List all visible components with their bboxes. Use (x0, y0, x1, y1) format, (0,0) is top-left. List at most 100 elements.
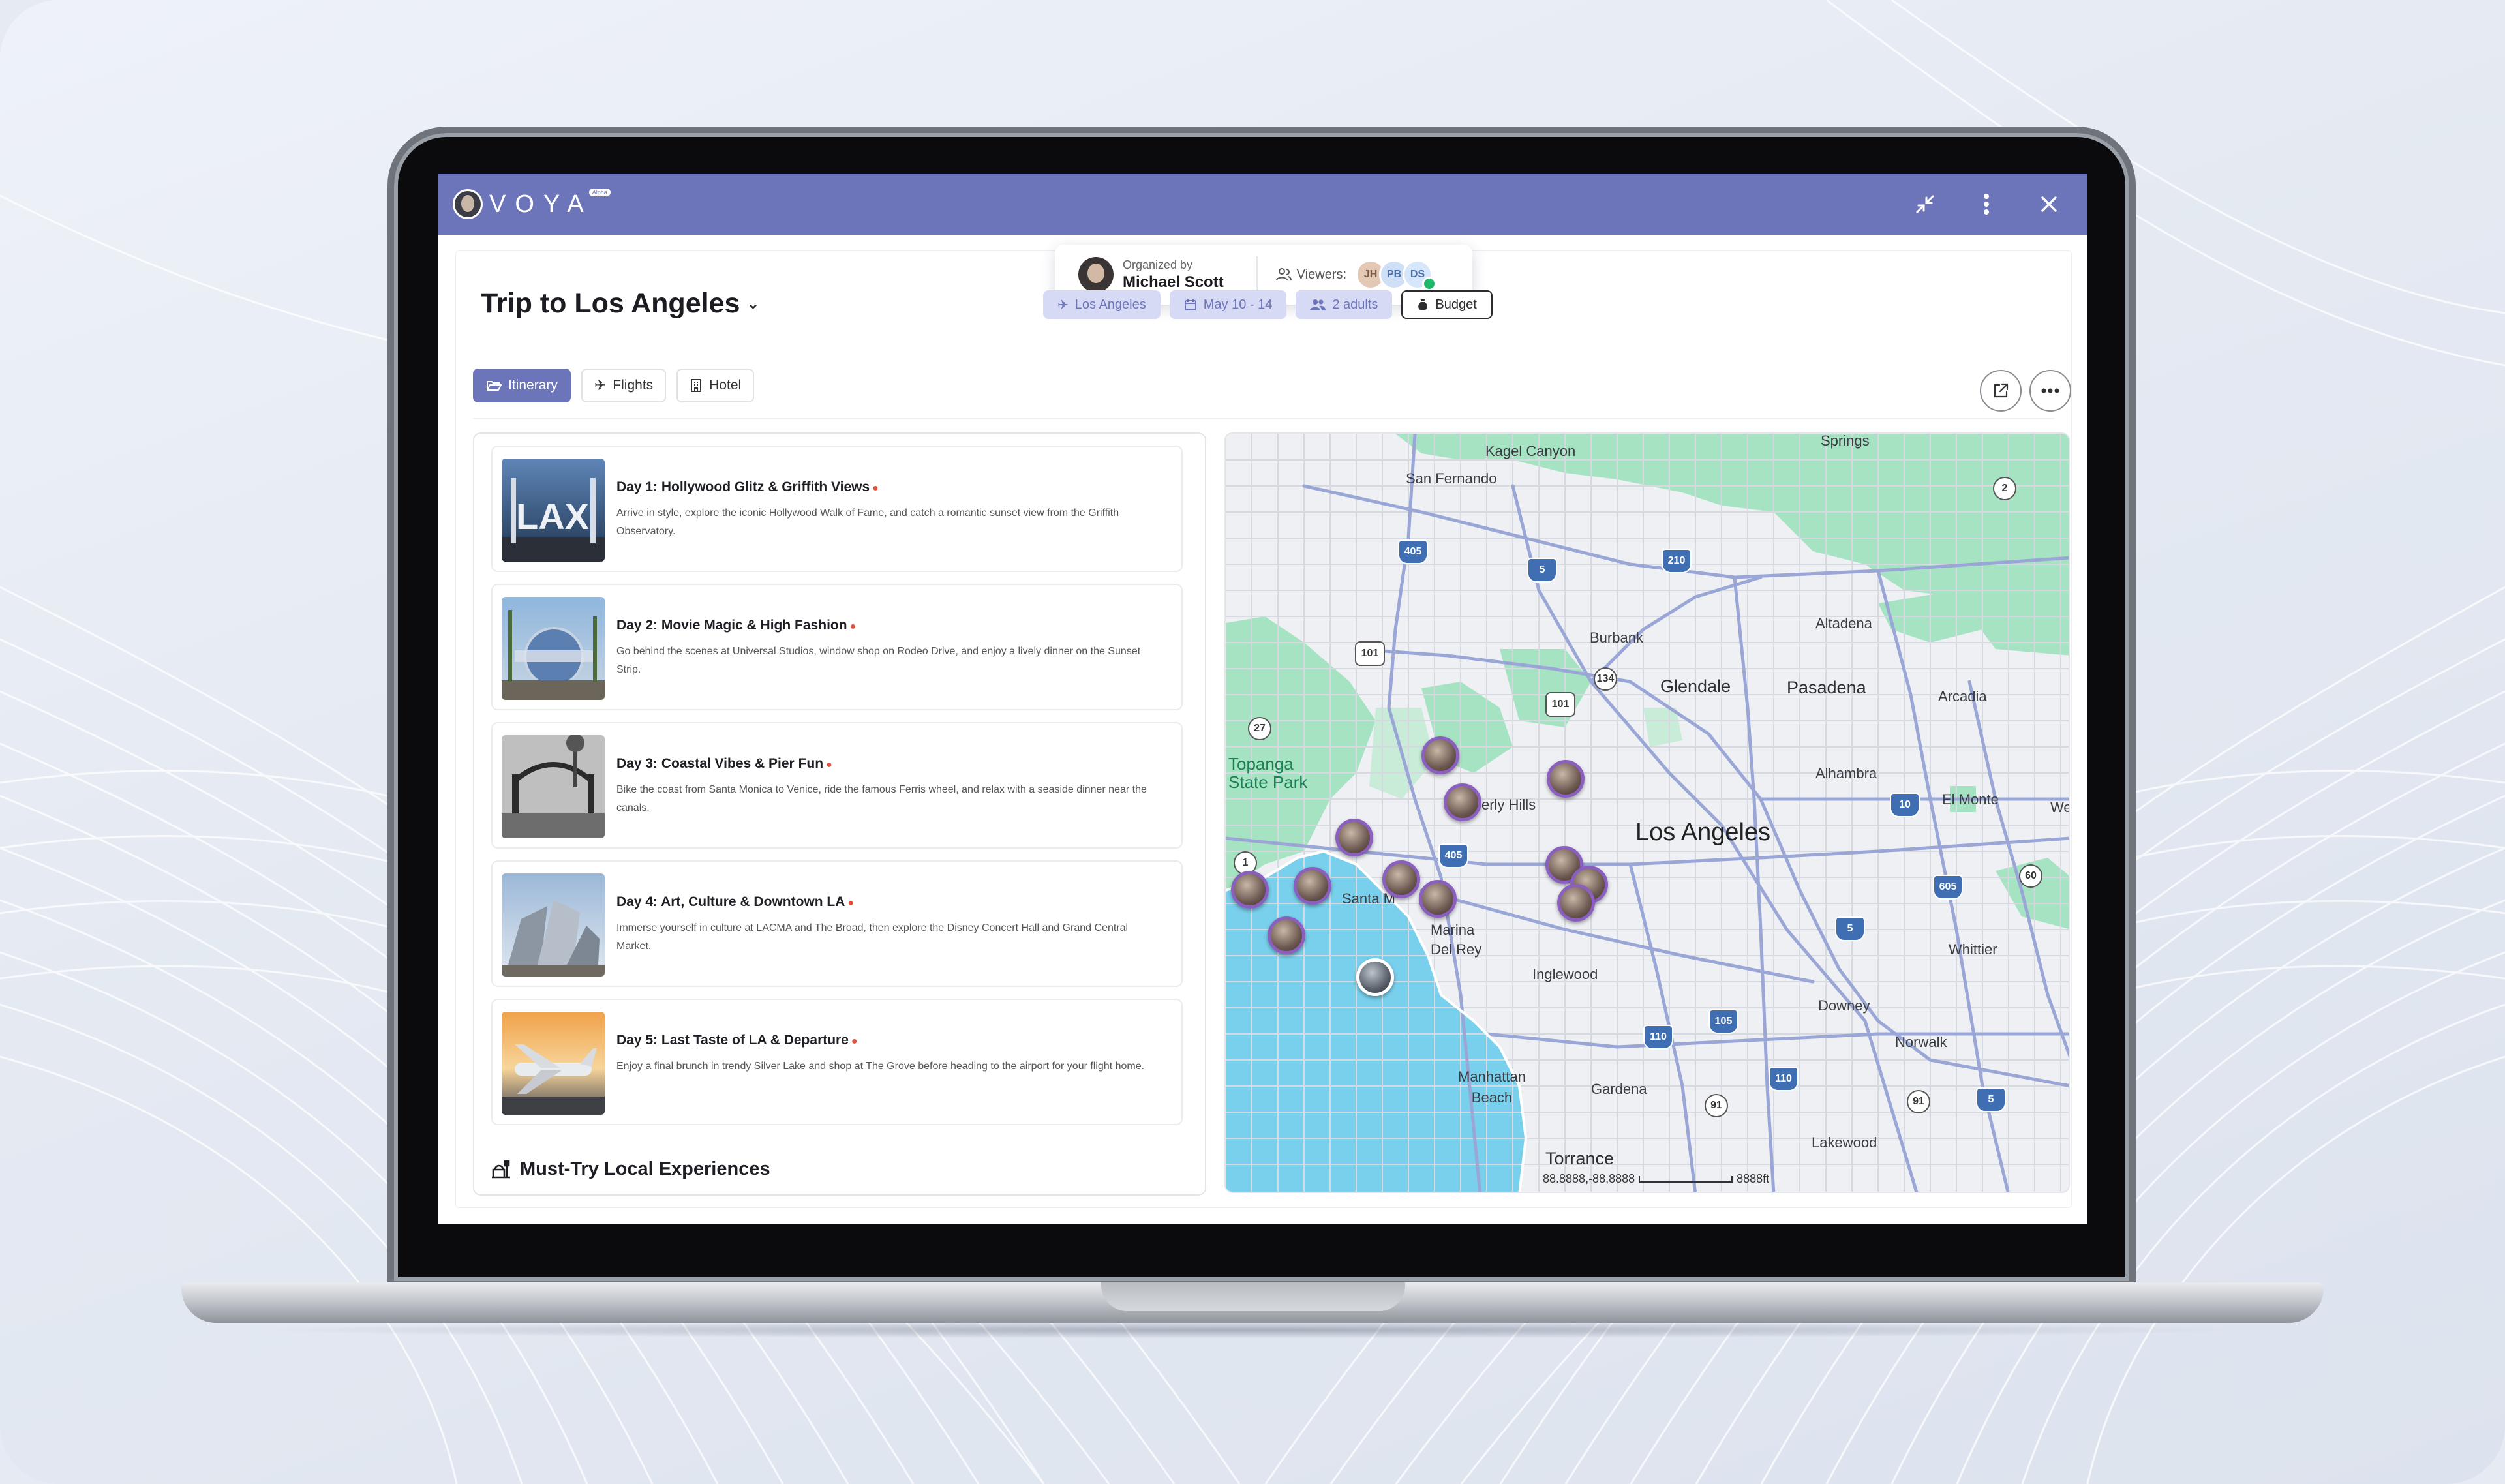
share-button[interactable] (1980, 370, 2022, 412)
map-label: Los Angeles (1635, 819, 1771, 846)
map-label: We (2050, 799, 2070, 815)
logo-avatar-icon (453, 189, 483, 219)
highway-shield: 405 (1398, 539, 1428, 564)
trip-title-dropdown[interactable]: Trip to Los Angeles ⌄ (481, 288, 760, 320)
map-marker[interactable] (1421, 736, 1459, 774)
day-title: Day 3: Coastal Vibes & Pier Fun ● (616, 756, 832, 771)
minimize-button[interactable] (1910, 189, 1940, 219)
day-card[interactable]: Day 5: Last Taste of LA & Departure ● Enj… (491, 999, 1183, 1125)
brand-name: VOYA (489, 190, 593, 218)
brand-badge: Alpha (588, 189, 611, 196)
map-label: Santa M (1342, 890, 1395, 907)
day-description: Go behind the scenes at Universal Studio… (616, 646, 1141, 675)
location-pin-icon: ● (849, 621, 857, 632)
map-label: Altadena (1815, 615, 1872, 631)
day-description: Immerse yourself in culture at LACMA and… (616, 922, 1129, 952)
location-pin-icon: ● (847, 898, 855, 909)
highway-shield: 27 (1248, 717, 1271, 740)
close-icon (2041, 196, 2057, 212)
highway-shield: 110 (1643, 1025, 1673, 1050)
map-marker[interactable] (1231, 871, 1269, 909)
organizer-name: Michael Scott (1123, 273, 1224, 291)
more-options-button[interactable] (1971, 189, 2001, 219)
location-pin-icon: ● (851, 1036, 858, 1047)
map-label: Torrance (1545, 1149, 1615, 1168)
plane-icon: ✈ (594, 377, 607, 393)
map-marker[interactable] (1547, 760, 1585, 798)
trip-content: Trip to Los Angeles ⌄ Organized by Michae… (455, 245, 2072, 1208)
minimize-icon (1916, 195, 1934, 213)
map-label: erly Hills (1481, 796, 1536, 813)
day-title: Day 1: Hollywood Glitz & Griffith Views ● (616, 479, 879, 494)
map-label: Marina Del Rey (1431, 922, 1482, 958)
day-title: Day 5: Last Taste of LA & Departure ● (616, 1033, 858, 1048)
experiences-heading: Must-Try Local Experiences (490, 1158, 770, 1180)
map-marker[interactable] (1444, 783, 1481, 821)
online-status-dot (1422, 277, 1437, 291)
map-label: Arcadia (1938, 688, 1987, 704)
tab-hotel[interactable]: Hotel (676, 369, 755, 402)
organized-by-label: Organized by (1123, 258, 1193, 271)
day-card[interactable]: Day 4: Art, Culture & Downtown LA ● Immer… (491, 860, 1183, 987)
close-button[interactable] (2034, 189, 2064, 219)
day-card[interactable]: Day 2: Movie Magic & High Fashion ● Go be… (491, 584, 1183, 710)
map-marker[interactable] (1294, 867, 1331, 905)
tabs-divider (473, 418, 2054, 419)
map-marker[interactable] (1356, 958, 1394, 996)
map-label: Whittier (1949, 941, 1997, 958)
more-actions-button[interactable] (2029, 370, 2071, 412)
map-marker[interactable] (1335, 819, 1373, 856)
svg-text:LAX: LAX (516, 496, 589, 537)
tab-itinerary[interactable]: Itinerary (473, 369, 571, 402)
highway-shield: 134 (1594, 667, 1617, 691)
highway-shield: 5 (1976, 1087, 2006, 1112)
map-marker[interactable] (1557, 884, 1595, 922)
map-marker[interactable] (1419, 880, 1457, 918)
map-label: San Fernando (1406, 470, 1497, 487)
tab-label: Flights (613, 378, 654, 393)
day-card[interactable]: LAX Day 1: Hollywood Glitz & Griffith Vi… (491, 446, 1183, 572)
organizer-avatar (1078, 257, 1114, 292)
day-description: Arrive in style, explore the iconic Holl… (616, 507, 1119, 537)
travelers-chip[interactable]: 2 adults (1296, 290, 1393, 319)
app-logo[interactable]: VOYA Alpha (453, 188, 615, 220)
map-canvas (1226, 434, 2069, 1192)
highway-shield: 91 (1705, 1094, 1728, 1117)
more-horizontal-icon (2041, 388, 2059, 393)
map-label: Downey (1818, 997, 1870, 1014)
users-icon (1275, 268, 1292, 281)
day-title: Day 4: Art, Culture & Downtown LA ● (616, 894, 855, 909)
map-label: El Monte (1942, 791, 1999, 808)
viewer-avatars[interactable]: JH PB DS (1356, 260, 1437, 291)
viewers-label-group: Viewers: (1275, 267, 1346, 282)
highway-shield: 101 (1355, 641, 1385, 666)
map-marker[interactable] (1268, 916, 1305, 954)
popover-divider (1256, 256, 1258, 293)
trip-tabs: Itinerary ✈ Flights Hotel (473, 369, 755, 402)
laptop-screen: VOYA Alpha Trip to Los Angeles ⌄ Organiz… (438, 174, 2088, 1224)
highway-shield: 605 (1933, 875, 1963, 900)
itinerary-panel: LAX Day 1: Hollywood Glitz & Griffith Vi… (473, 432, 1206, 1196)
calendar-icon (1184, 299, 1196, 310)
dates-chip[interactable]: May 10 - 14 (1169, 290, 1287, 319)
budget-label: Budget (1435, 297, 1477, 312)
day-3-image (502, 735, 605, 838)
map-marker[interactable] (1382, 860, 1420, 898)
folder-open-icon (487, 381, 502, 391)
trip-title: Trip to Los Angeles (481, 288, 740, 319)
tab-label: Itinerary (508, 378, 558, 393)
map-label: Topanga State Park (1228, 754, 1308, 792)
day-card[interactable]: Day 3: Coastal Vibes & Pier Fun ● Bike th… (491, 722, 1183, 849)
money-bag-icon (1418, 299, 1428, 310)
budget-chip[interactable]: Budget (1401, 290, 1493, 319)
destination-chip[interactable]: ✈ Los Angeles (1043, 290, 1161, 319)
travelers-label: 2 adults (1332, 297, 1378, 312)
trip-map[interactable]: Kagel Canyon Springs San Fernando Burban… (1224, 432, 2070, 1193)
map-label: Pasadena (1787, 678, 1866, 697)
tab-flights[interactable]: ✈ Flights (581, 369, 667, 402)
tab-label: Hotel (709, 378, 742, 393)
dates-label: May 10 - 14 (1203, 297, 1273, 312)
map-label: Kagel Canyon (1485, 443, 1576, 459)
plane-icon: ✈ (1057, 297, 1069, 312)
day-title: Day 2: Movie Magic & High Fashion ● (616, 618, 857, 633)
